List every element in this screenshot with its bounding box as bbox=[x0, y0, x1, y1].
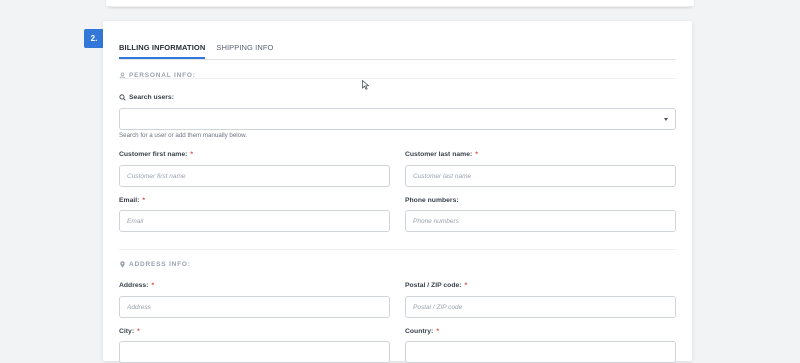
phone-numbers-label: Phone numbers: bbox=[405, 197, 459, 204]
map-pin-icon bbox=[120, 261, 125, 268]
search-users-select[interactable] bbox=[119, 108, 676, 130]
last-name-input[interactable]: Customer last name bbox=[405, 165, 676, 187]
required-marker: * bbox=[137, 328, 140, 335]
phone-numbers-input[interactable]: Phone numbers bbox=[405, 210, 676, 232]
search-users-help: Search for a user or add them manually b… bbox=[119, 132, 247, 139]
mouse-cursor-icon bbox=[362, 80, 370, 90]
required-marker: * bbox=[190, 151, 194, 158]
email-label: Email: * bbox=[119, 197, 146, 204]
search-users-label: Search users: bbox=[119, 94, 174, 101]
tab-shipping-info[interactable]: SHIPPING INFO bbox=[216, 43, 273, 59]
section-divider bbox=[119, 78, 676, 79]
required-marker: * bbox=[142, 197, 146, 204]
first-name-label: Customer first name: * bbox=[119, 151, 194, 158]
address-placeholder: Address bbox=[127, 303, 151, 311]
address-label: Address: * bbox=[119, 282, 155, 289]
first-name-placeholder: Customer first name bbox=[127, 172, 186, 180]
required-marker: * bbox=[475, 151, 478, 158]
city-input[interactable] bbox=[119, 341, 390, 363]
stacked-card-edge bbox=[106, 0, 694, 6]
required-marker: * bbox=[436, 328, 439, 335]
postal-code-label: Postal / ZIP code: * bbox=[405, 282, 468, 289]
step-number-badge: 2. bbox=[84, 29, 104, 48]
first-name-input[interactable]: Customer first name bbox=[119, 165, 390, 187]
section-divider bbox=[119, 249, 676, 250]
email-input[interactable]: Email bbox=[119, 210, 390, 232]
address-info-heading: ADDRESS INFO: bbox=[119, 261, 191, 268]
email-placeholder: Email bbox=[127, 217, 144, 225]
tab-bar: BILLING INFORMATION SHIPPING INFO bbox=[119, 43, 676, 60]
postal-code-input[interactable]: Postal / ZIP code bbox=[405, 296, 676, 318]
search-icon bbox=[119, 94, 126, 101]
billing-form-card: BILLING INFORMATION SHIPPING INFO PERSON… bbox=[103, 21, 692, 363]
country-input[interactable] bbox=[405, 341, 676, 363]
phone-numbers-placeholder: Phone numbers bbox=[413, 217, 459, 225]
caret-down-icon bbox=[664, 118, 668, 121]
address-input[interactable]: Address bbox=[119, 296, 390, 318]
postal-code-placeholder: Postal / ZIP code bbox=[413, 303, 463, 311]
last-name-placeholder: Customer last name bbox=[413, 172, 472, 180]
last-name-label: Customer last name: * bbox=[405, 151, 478, 158]
country-label: Country: * bbox=[405, 328, 439, 335]
required-marker: * bbox=[151, 282, 155, 289]
address-info-heading-text: ADDRESS INFO: bbox=[129, 261, 191, 268]
tab-billing-information[interactable]: BILLING INFORMATION bbox=[119, 43, 206, 59]
city-label: City: * bbox=[119, 328, 140, 335]
required-marker: * bbox=[464, 282, 468, 289]
